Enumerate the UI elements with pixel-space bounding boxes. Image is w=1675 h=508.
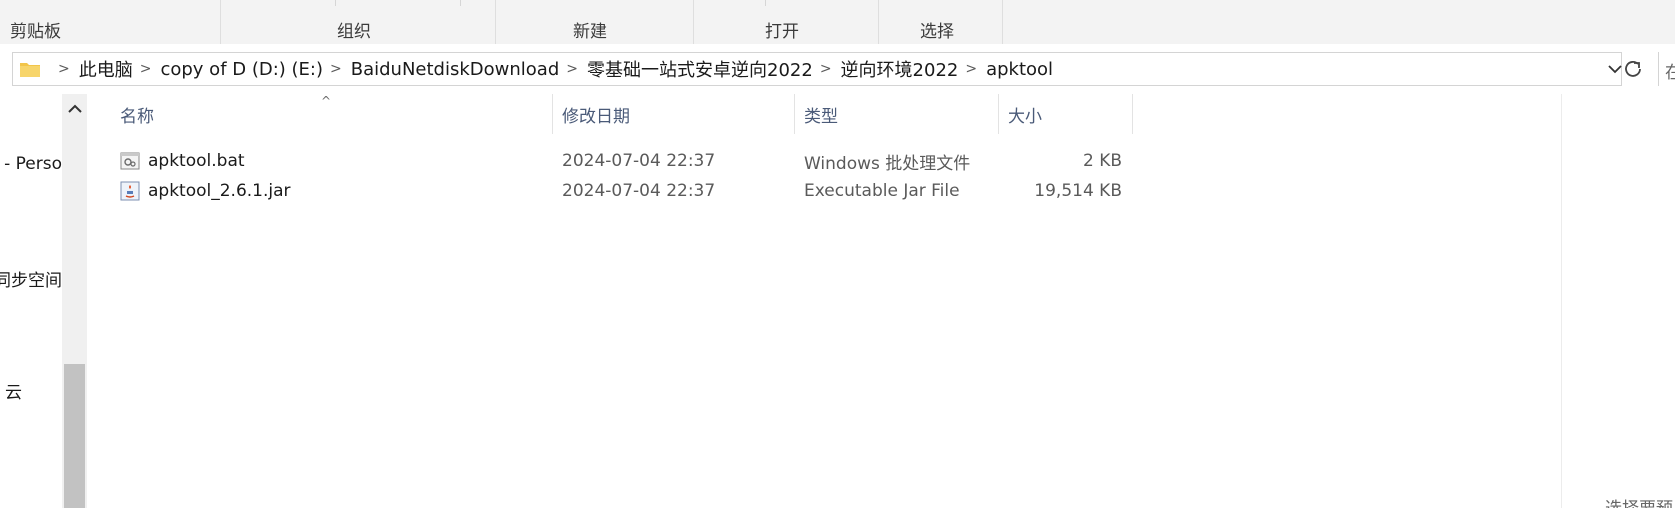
file-type: Windows 批处理文件 <box>804 153 971 174</box>
scrollbar-thumb[interactable] <box>64 364 85 508</box>
chevron-up-icon <box>67 104 82 113</box>
file-size: 2 KB <box>1082 151 1122 171</box>
ribbon-partial-label: ˉˇ <box>470 0 486 9</box>
file-name[interactable]: apktool_2.6.1.jar <box>148 181 291 201</box>
ribbon-group-select: 选择 <box>920 22 954 42</box>
nav-scrollbar[interactable] <box>62 94 87 508</box>
navigation-pane: - Perso 同步空间 云 <box>0 94 62 508</box>
column-divider[interactable] <box>998 94 999 134</box>
ribbon-group-open: 打开 <box>765 22 799 42</box>
jar-file-icon <box>120 181 140 201</box>
breadcrumb-baidu-download[interactable]: BaiduNetdiskDownload <box>351 59 560 80</box>
file-type: Executable Jar File <box>804 181 960 201</box>
ribbon-tick <box>460 0 461 6</box>
nav-item-cloud[interactable]: 云 <box>5 378 22 403</box>
chevron-right-icon[interactable]: > <box>140 61 152 77</box>
file-row-apktool-bat[interactable]: apktool.bat 2024-07-04 22:37 Windows 批处理… <box>88 146 1188 176</box>
ribbon-divider <box>220 0 221 44</box>
ribbon-tick <box>765 0 766 6</box>
column-header-size[interactable]: 大小 <box>1008 94 1042 134</box>
nav-item-personal[interactable]: - Perso <box>4 154 62 174</box>
chevron-right-icon[interactable]: > <box>820 61 832 77</box>
file-explorer-window: ˉˇ 剪贴板 组织 新建 打开 选择 > 此电脑 > copy of D (D:… <box>0 0 1675 508</box>
folder-icon <box>20 63 40 77</box>
batch-file-icon <box>120 152 140 170</box>
column-header-date[interactable]: 修改日期 <box>562 94 630 134</box>
breadcrumb-current-folder[interactable]: apktool <box>986 59 1053 80</box>
breadcrumb-course-folder[interactable]: 零基础一站式安卓逆向2022 <box>587 56 813 82</box>
chevron-right-icon[interactable]: > <box>965 61 977 77</box>
address-bar[interactable]: > 此电脑 > copy of D (D:) (E:) > BaiduNetdi… <box>12 52 1622 86</box>
scroll-up-button[interactable] <box>62 94 87 124</box>
ribbon-group-clipboard: 剪贴板 <box>10 22 61 42</box>
ribbon-divider <box>878 0 879 44</box>
file-row-apktool-jar[interactable]: apktool_2.6.1.jar 2024-07-04 22:37 Execu… <box>88 176 1188 206</box>
ribbon-divider <box>1002 0 1003 44</box>
ribbon-divider <box>693 0 694 44</box>
ribbon-group-new: 新建 <box>573 22 607 42</box>
search-box-border <box>1658 52 1659 86</box>
refresh-icon <box>1625 61 1641 77</box>
chevron-right-icon[interactable]: > <box>566 61 578 77</box>
file-list: ^ 名称 修改日期 类型 大小 apktool.bat 2024-07-04 2… <box>88 94 1675 508</box>
column-header-type[interactable]: 类型 <box>804 94 838 134</box>
breadcrumb: > 此电脑 > copy of D (D:) (E:) > BaiduNetdi… <box>13 53 1053 85</box>
breadcrumb-env-folder[interactable]: 逆向环境2022 <box>841 56 959 82</box>
file-size: 19,514 KB <box>1034 181 1122 201</box>
column-divider[interactable] <box>552 94 553 134</box>
file-name-cell: apktool.bat <box>88 146 245 176</box>
file-name[interactable]: apktool.bat <box>148 151 245 171</box>
breadcrumb-drive[interactable]: copy of D (D:) (E:) <box>160 59 323 80</box>
column-header-name[interactable]: 名称 <box>120 94 154 134</box>
ribbon: ˉˇ 剪贴板 组织 新建 打开 选择 <box>0 0 1675 44</box>
ribbon-tick <box>335 0 336 6</box>
refresh-button[interactable] <box>1620 52 1646 86</box>
column-divider[interactable] <box>1132 94 1133 134</box>
chevron-right-icon[interactable]: > <box>330 61 342 77</box>
ribbon-group-organize: 组织 <box>337 22 371 42</box>
file-name-cell: apktool_2.6.1.jar <box>88 176 291 206</box>
ribbon-divider <box>495 0 496 44</box>
column-divider[interactable] <box>794 94 795 134</box>
file-date: 2024-07-04 22:37 <box>562 181 716 201</box>
preview-pane-divider[interactable] <box>1561 94 1562 508</box>
nav-item-sync-space[interactable]: 同步空间 <box>0 266 62 291</box>
file-date: 2024-07-04 22:37 <box>562 151 716 171</box>
breadcrumb-this-pc[interactable]: 此电脑 <box>79 56 133 82</box>
chevron-right-icon[interactable]: > <box>58 61 70 77</box>
sort-ascending-icon: ^ <box>321 94 332 108</box>
preview-pane-hint: 选择要预 <box>1605 494 1673 508</box>
search-box-placeholder[interactable]: 在 <box>1665 58 1675 83</box>
